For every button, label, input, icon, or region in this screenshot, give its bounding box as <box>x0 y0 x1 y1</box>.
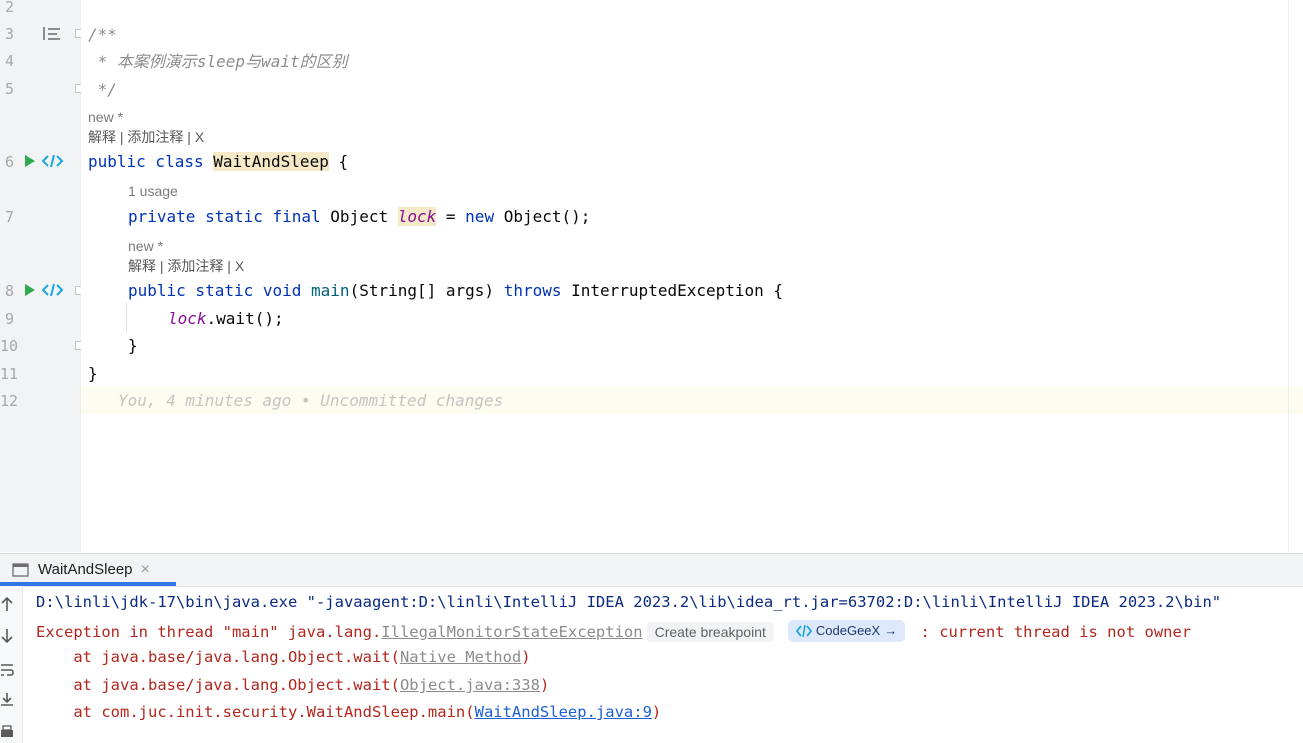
create-breakpoint-button[interactable]: Create breakpoint <box>646 622 774 642</box>
method-name[interactable]: main <box>311 281 350 300</box>
inlay-author-hint[interactable]: new * <box>88 108 123 126</box>
code-text: Object <box>330 207 398 226</box>
code-line-field-decl: private static final Object lock = new O… <box>128 207 590 227</box>
code-text: { <box>328 152 349 171</box>
arrow-down-icon[interactable] <box>0 628 14 644</box>
console-text: Exception in thread "main" java.lang. <box>36 623 382 641</box>
code-editor[interactable] <box>81 0 1288 552</box>
code-line-main-decl: public static void main(String[] args) t… <box>128 281 783 301</box>
console-exception-line: Exception in thread "main" java.lang.Ill… <box>36 620 1191 642</box>
keyword: private static final <box>128 207 331 226</box>
arrow-right-icon: → <box>884 623 898 638</box>
codegeex-gutter-icon[interactable] <box>42 154 64 168</box>
run-tool-window-header: WaitAndSleep × <box>0 553 1303 587</box>
console-text: at com.juc.init.security.WaitAndSleep.ma… <box>36 703 475 721</box>
run-class-icon[interactable] <box>25 155 35 167</box>
soft-wrap-icon[interactable] <box>0 662 14 678</box>
line-number: 8 <box>4 282 14 300</box>
close-icon[interactable]: × <box>141 561 150 579</box>
code-text: .wait(); <box>206 309 284 328</box>
line-number: 7 <box>4 208 14 226</box>
stack-frame-link[interactable]: Native Method <box>400 648 521 666</box>
class-name[interactable]: WaitAndSleep <box>213 152 329 171</box>
line-number: 3 <box>4 25 14 43</box>
render-doc-icon[interactable] <box>43 27 61 41</box>
line-number: 10 <box>0 337 19 355</box>
code-text: InterruptedException { <box>571 281 784 300</box>
stack-frame-link[interactable]: Object.java:338 <box>400 676 540 694</box>
code-text: (String[] args) <box>349 281 504 300</box>
git-blame-hint: You, 4 minutes ago • Uncommitted changes <box>118 391 504 410</box>
console-icon <box>12 562 29 577</box>
exception-class-link[interactable]: IllegalMonitorStateException <box>381 623 642 641</box>
line-number: 9 <box>4 310 14 328</box>
field-name[interactable]: lock <box>397 207 437 226</box>
keyword: public static void <box>128 281 312 300</box>
console-text: ) <box>539 676 550 694</box>
active-tab-indicator <box>0 582 176 586</box>
code-line-close-method: } <box>128 336 138 355</box>
console-text: ) <box>651 703 662 721</box>
field-reference[interactable]: lock <box>168 309 207 328</box>
codegeex-actions-hint[interactable]: 解释 | 添加注释 | X <box>128 257 244 275</box>
codegeex-gutter-icon[interactable] <box>42 283 64 297</box>
code-line-doc-body: * 本案例演示sleep与wait的区别 <box>88 52 348 71</box>
run-tab-label: WaitAndSleep <box>38 561 133 578</box>
line-number: 5 <box>4 80 14 98</box>
code-line-class-decl: public class WaitAndSleep { <box>88 152 348 172</box>
console-toolbar <box>0 586 23 743</box>
line-number: 12 <box>0 392 19 410</box>
line-number: 2 <box>4 0 14 16</box>
codegeex-icon <box>795 625 812 637</box>
code-line-close-class: } <box>88 364 98 383</box>
console-stack-line: at com.juc.init.security.WaitAndSleep.ma… <box>36 702 661 722</box>
print-icon[interactable] <box>0 724 14 740</box>
console-text: ) <box>521 648 531 666</box>
code-line-wait-call: lock.wait(); <box>168 309 284 329</box>
scroll-to-end-icon[interactable] <box>0 692 14 708</box>
indent-guide <box>126 302 127 332</box>
stack-frame-link[interactable]: WaitAndSleep.java:9 <box>475 703 652 721</box>
codegeex-label: CodeGeeX <box>815 623 881 638</box>
console-text: : current thread is not owner <box>911 623 1192 641</box>
console-command-line: D:\linli\jdk-17\bin\java.exe "-javaagent… <box>36 593 1222 611</box>
code-text: Object(); <box>503 207 591 226</box>
code-line-doc-end: */ <box>88 80 117 99</box>
keyword: new <box>465 207 504 226</box>
editor-scrollbar[interactable] <box>1288 0 1289 552</box>
keyword: public class <box>88 152 214 171</box>
console-text: at java.base/java.lang.Object.wait( <box>36 676 400 694</box>
codegeex-button[interactable]: CodeGeeX → <box>787 620 906 642</box>
inlay-author-hint[interactable]: new * <box>128 237 163 255</box>
run-tab-waitandsleep[interactable]: WaitAndSleep × <box>12 554 150 585</box>
console-stack-line: at java.base/java.lang.Object.wait(Objec… <box>36 675 549 695</box>
editor-gutter: 2 3 4 5 6 7 8 9 10 11 12 <box>0 0 84 552</box>
arrow-up-icon[interactable] <box>0 596 14 612</box>
run-main-icon[interactable] <box>25 284 35 296</box>
code-text: = <box>436 207 466 226</box>
console-text: at java.base/java.lang.Object.wait( <box>36 648 400 666</box>
line-number: 6 <box>4 153 14 171</box>
keyword: throws <box>503 281 572 300</box>
line-number: 4 <box>4 52 14 70</box>
codegeex-actions-hint[interactable]: 解释 | 添加注释 | X <box>88 128 204 146</box>
usage-hint[interactable]: 1 usage <box>128 182 178 200</box>
line-number: 11 <box>0 365 19 383</box>
console-stack-line: at java.base/java.lang.Object.wait(Nativ… <box>36 647 531 667</box>
code-line-doc-start: /** <box>88 25 117 44</box>
